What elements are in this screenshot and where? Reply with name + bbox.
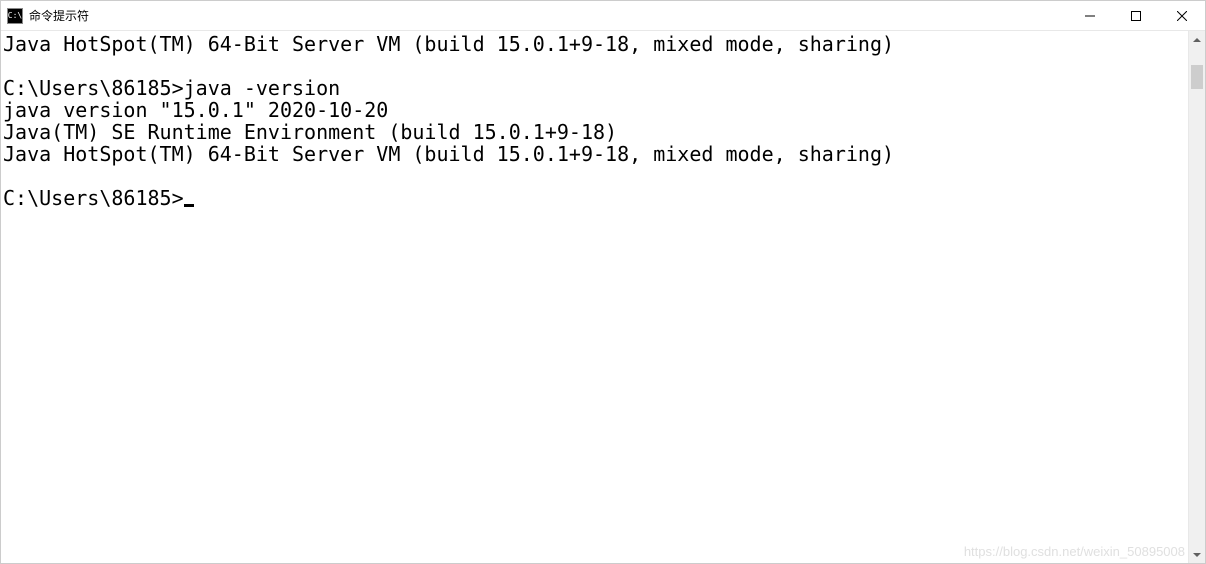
content-area: Java HotSpot(TM) 64-Bit Server VM (build… <box>1 31 1205 563</box>
vertical-scrollbar[interactable] <box>1188 31 1205 563</box>
terminal-line: java version "15.0.1" 2020-10-20 <box>3 98 388 122</box>
chevron-down-icon <box>1193 551 1201 559</box>
close-icon <box>1177 11 1187 21</box>
terminal-line: C:\Users\86185> <box>3 186 184 210</box>
terminal-line: Java HotSpot(TM) 64-Bit Server VM (build… <box>3 142 894 166</box>
chevron-up-icon <box>1193 36 1201 44</box>
scroll-thumb[interactable] <box>1191 65 1203 89</box>
terminal-line: C:\Users\86185>java -version <box>3 76 340 100</box>
app-icon: C:\ <box>7 8 23 24</box>
terminal-line: Java(TM) SE Runtime Environment (build 1… <box>3 120 617 144</box>
scroll-up-button[interactable] <box>1189 31 1205 48</box>
minimize-button[interactable] <box>1067 1 1113 30</box>
terminal-line: Java HotSpot(TM) 64-Bit Server VM (build… <box>3 32 894 56</box>
minimize-icon <box>1085 11 1095 21</box>
close-button[interactable] <box>1159 1 1205 30</box>
window-title: 命令提示符 <box>29 7 1067 24</box>
cmd-icon: C:\ <box>7 8 23 24</box>
scroll-down-button[interactable] <box>1189 546 1205 563</box>
maximize-button[interactable] <box>1113 1 1159 30</box>
titlebar: C:\ 命令提示符 <box>1 1 1205 31</box>
maximize-icon <box>1131 11 1141 21</box>
cursor <box>184 204 194 207</box>
window-controls <box>1067 1 1205 30</box>
terminal-output[interactable]: Java HotSpot(TM) 64-Bit Server VM (build… <box>1 31 1188 563</box>
